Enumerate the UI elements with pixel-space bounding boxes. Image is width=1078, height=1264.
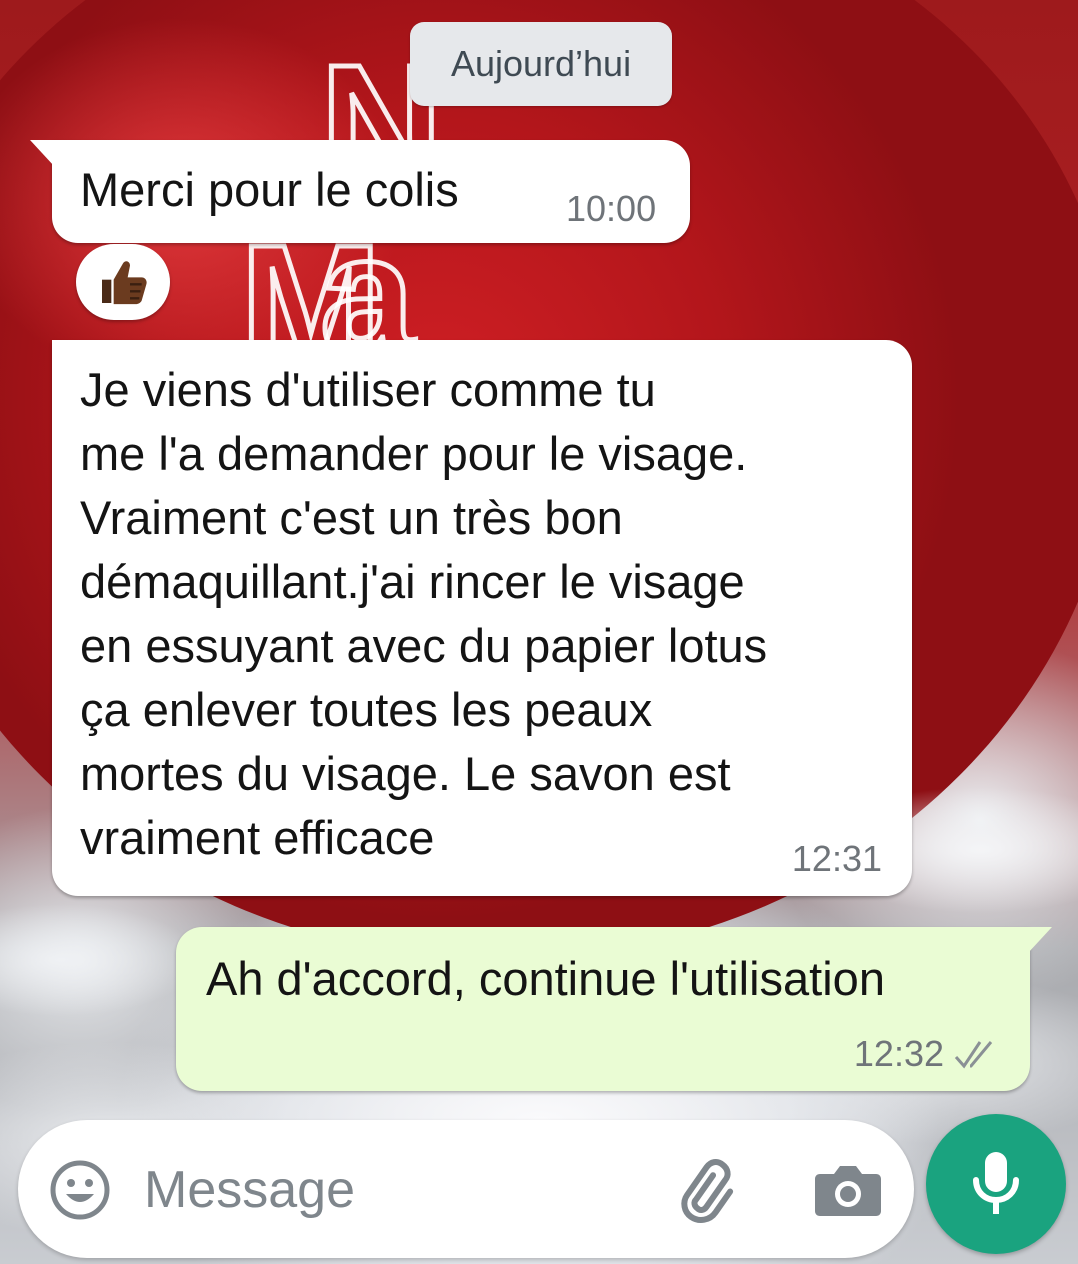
message-text: Je viens d'utiliser comme tu me l'a dema… — [80, 363, 768, 864]
message-time: 10:00 — [566, 188, 657, 229]
message-time: 12:32 — [853, 1033, 944, 1074]
message-text: Ah d'accord, continue l'utilisation — [206, 952, 885, 1005]
reaction-badge[interactable] — [76, 244, 170, 320]
double-check-icon — [954, 1041, 993, 1069]
thumbs-up-icon — [102, 261, 147, 305]
message-composer — [18, 1120, 914, 1258]
camera-icon[interactable] — [812, 1158, 884, 1222]
message-input[interactable] — [142, 1150, 666, 1230]
emoji-icon[interactable] — [48, 1158, 112, 1222]
bubble-tail — [30, 140, 54, 166]
bubble-tail — [1028, 927, 1052, 953]
date-chip: Aujourd’hui — [410, 22, 672, 106]
message-bubble-incoming[interactable]: Je viens d'utiliser comme tu me l'a dema… — [52, 340, 912, 896]
message-bubble-incoming[interactable]: Merci pour le colis 10:00 — [30, 140, 690, 243]
message-bubble-outgoing[interactable]: Ah d'accord, continue l'utilisation 12:3… — [176, 927, 1052, 1091]
microphone-icon — [973, 1152, 1019, 1214]
message-time: 12:31 — [791, 838, 882, 879]
message-text: Merci pour le colis — [80, 163, 459, 216]
microphone-button[interactable] — [926, 1114, 1066, 1254]
attach-icon[interactable] — [678, 1154, 754, 1230]
chat-screen: N a M e Aujourd’hui Merci pour le colis … — [0, 0, 1078, 1264]
